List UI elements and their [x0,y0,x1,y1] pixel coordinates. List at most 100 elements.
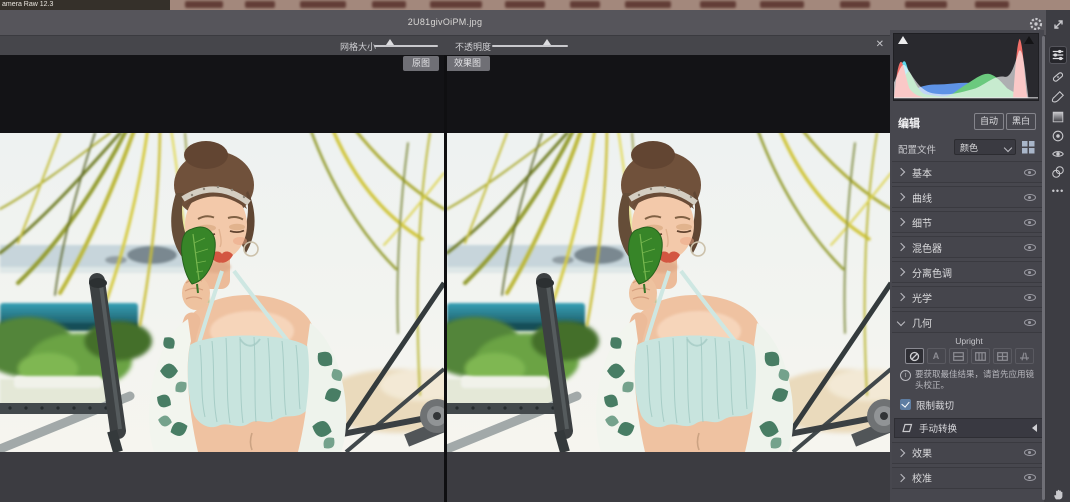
after-view-button[interactable]: 效果图 [445,56,490,71]
histogram[interactable] [893,33,1039,101]
eye-icon[interactable] [1024,294,1036,301]
panel-scrollbar[interactable] [1042,36,1045,500]
panel-section-row[interactable]: 基本 [892,161,1042,183]
highlight-clipping-icon[interactable] [1024,36,1034,44]
close-overlay-button[interactable]: ✕ [876,39,884,51]
panel-section-row[interactable]: 混色器 [892,236,1042,258]
panel-section-label: 效果 [912,445,1024,460]
photo-before-pane[interactable] [0,133,444,452]
grid-icon [1022,141,1035,154]
titlebar-blurred-tab [430,1,482,8]
hand-tool-button[interactable] [1050,486,1066,502]
collapse-left-icon[interactable] [1032,424,1037,432]
panel-section-row[interactable]: 曲线 [892,186,1042,208]
expand-button[interactable] [1050,16,1066,32]
constrain-crop-row[interactable]: 限制裁切 [894,398,1044,412]
more-options-button[interactable]: ••• [1050,183,1066,199]
chevron-right-icon [897,168,905,176]
healing-brush-icon [1051,70,1065,84]
eye-icon[interactable] [1024,169,1036,176]
info-icon: i [900,370,911,381]
spot-removal-button[interactable] [1050,69,1066,85]
graduated-filter-button[interactable] [1050,109,1066,125]
photo-after-pane[interactable] [447,133,890,452]
titlebar-blurred-tab [840,1,870,8]
grid-size-slider-thumb[interactable] [386,39,394,45]
presets-button[interactable] [1050,164,1066,180]
opacity-slider-thumb[interactable] [543,39,551,45]
panel-section-label: 光学 [912,290,1024,305]
panel-section-row[interactable]: 细节 [892,211,1042,233]
profile-value: 颜色 [960,143,978,153]
tool-strip: ••• [1046,10,1070,502]
panel-section-row[interactable]: 光学 [892,286,1042,308]
circle-slash-icon [909,351,920,362]
before-view-button[interactable]: 原图 [403,56,439,71]
panel-section-label: 分离色调 [912,265,1024,280]
full-grid-icon [997,352,1008,361]
grid-size-slider[interactable] [374,45,438,47]
profile-row: 配置文件 颜色 [890,138,1044,158]
camera-raw-window: amera Raw 12.3 2U81givOiPM.jpg 网格大小 不透明度… [0,0,1070,502]
chevron-right-icon [897,449,905,457]
titlebar-blurred-tab [300,1,346,8]
upright-full-button[interactable] [993,348,1012,364]
eye-icon[interactable] [1024,319,1036,326]
manual-transform-row[interactable]: 手动转换 [894,418,1044,438]
eye-icon[interactable] [1024,194,1036,201]
guided-icon [1019,352,1030,361]
constrain-crop-label: 限制裁切 [916,398,954,412]
edit-tool-button[interactable] [1050,47,1066,63]
geometry-info: i 要获取最佳结果，请首先应用镜头校正。 [894,369,1044,392]
chevron-down-icon [1004,144,1012,152]
titlebar: amera Raw 12.3 [0,0,1070,10]
open-filename: 2U81givOiPM.jpg [408,17,483,27]
eye-icon[interactable] [1024,244,1036,251]
eye-icon[interactable] [1024,269,1036,276]
panel-section-label: 校准 [912,470,1024,485]
gradient-icon [1051,110,1065,124]
titlebar-blurred-tab [760,1,804,8]
eye-icon[interactable] [1024,219,1036,226]
grid-overlay-bar: 网格大小 不透明度 ✕ [0,36,890,55]
eye-icon[interactable] [1024,449,1036,456]
chevron-down-icon [897,318,905,326]
section-geometry-header[interactable]: 几何 [892,311,1042,333]
manual-transform-label: 手动转换 [919,421,1026,435]
grid-size-label: 网格大小 [340,40,376,53]
more-dots-icon: ••• [1052,186,1064,196]
panel-section-label: 基本 [912,165,1024,180]
titlebar-blurred-tab [185,1,223,8]
red-eye-icon [1051,147,1065,161]
profile-select[interactable]: 颜色 [954,139,1016,155]
opacity-slider[interactable] [492,45,568,47]
red-eye-button[interactable] [1050,146,1066,162]
upright-level-button[interactable] [949,348,968,364]
window-title: amera Raw 12.3 [0,0,170,10]
upright-guided-button[interactable] [1015,348,1034,364]
radial-icon [1051,129,1065,143]
titlebar-blurred-tab [700,1,736,8]
panel-section-row[interactable]: 校准 [892,467,1042,489]
chevron-right-icon [897,218,905,226]
histogram-graph [894,34,1038,100]
upright-button-row: A [894,348,1044,364]
titlebar-blurred-tab [505,1,545,8]
panel-section-row[interactable]: 效果 [892,442,1042,464]
adjustment-brush-button[interactable] [1050,89,1066,105]
profile-browser-button[interactable] [1022,141,1035,154]
auto-button[interactable]: 自动 [974,113,1004,130]
eye-icon[interactable] [1024,474,1036,481]
edit-panel: 编辑 自动 黑白 配置文件 颜色 基本 曲线 [890,30,1044,502]
auto-letter-icon: A [933,351,940,361]
shadow-clipping-icon[interactable] [898,36,908,44]
panel-section-row[interactable]: 分离色调 [892,261,1042,283]
upright-off-button[interactable] [905,348,924,364]
checkbox-checked-icon[interactable] [900,399,911,410]
upright-vertical-button[interactable] [971,348,990,364]
bw-button[interactable]: 黑白 [1006,113,1036,130]
radial-filter-button[interactable] [1050,128,1066,144]
titlebar-blurred-tab [245,1,275,8]
panel-section-label: 细节 [912,215,1024,230]
upright-auto-button[interactable]: A [927,348,946,364]
